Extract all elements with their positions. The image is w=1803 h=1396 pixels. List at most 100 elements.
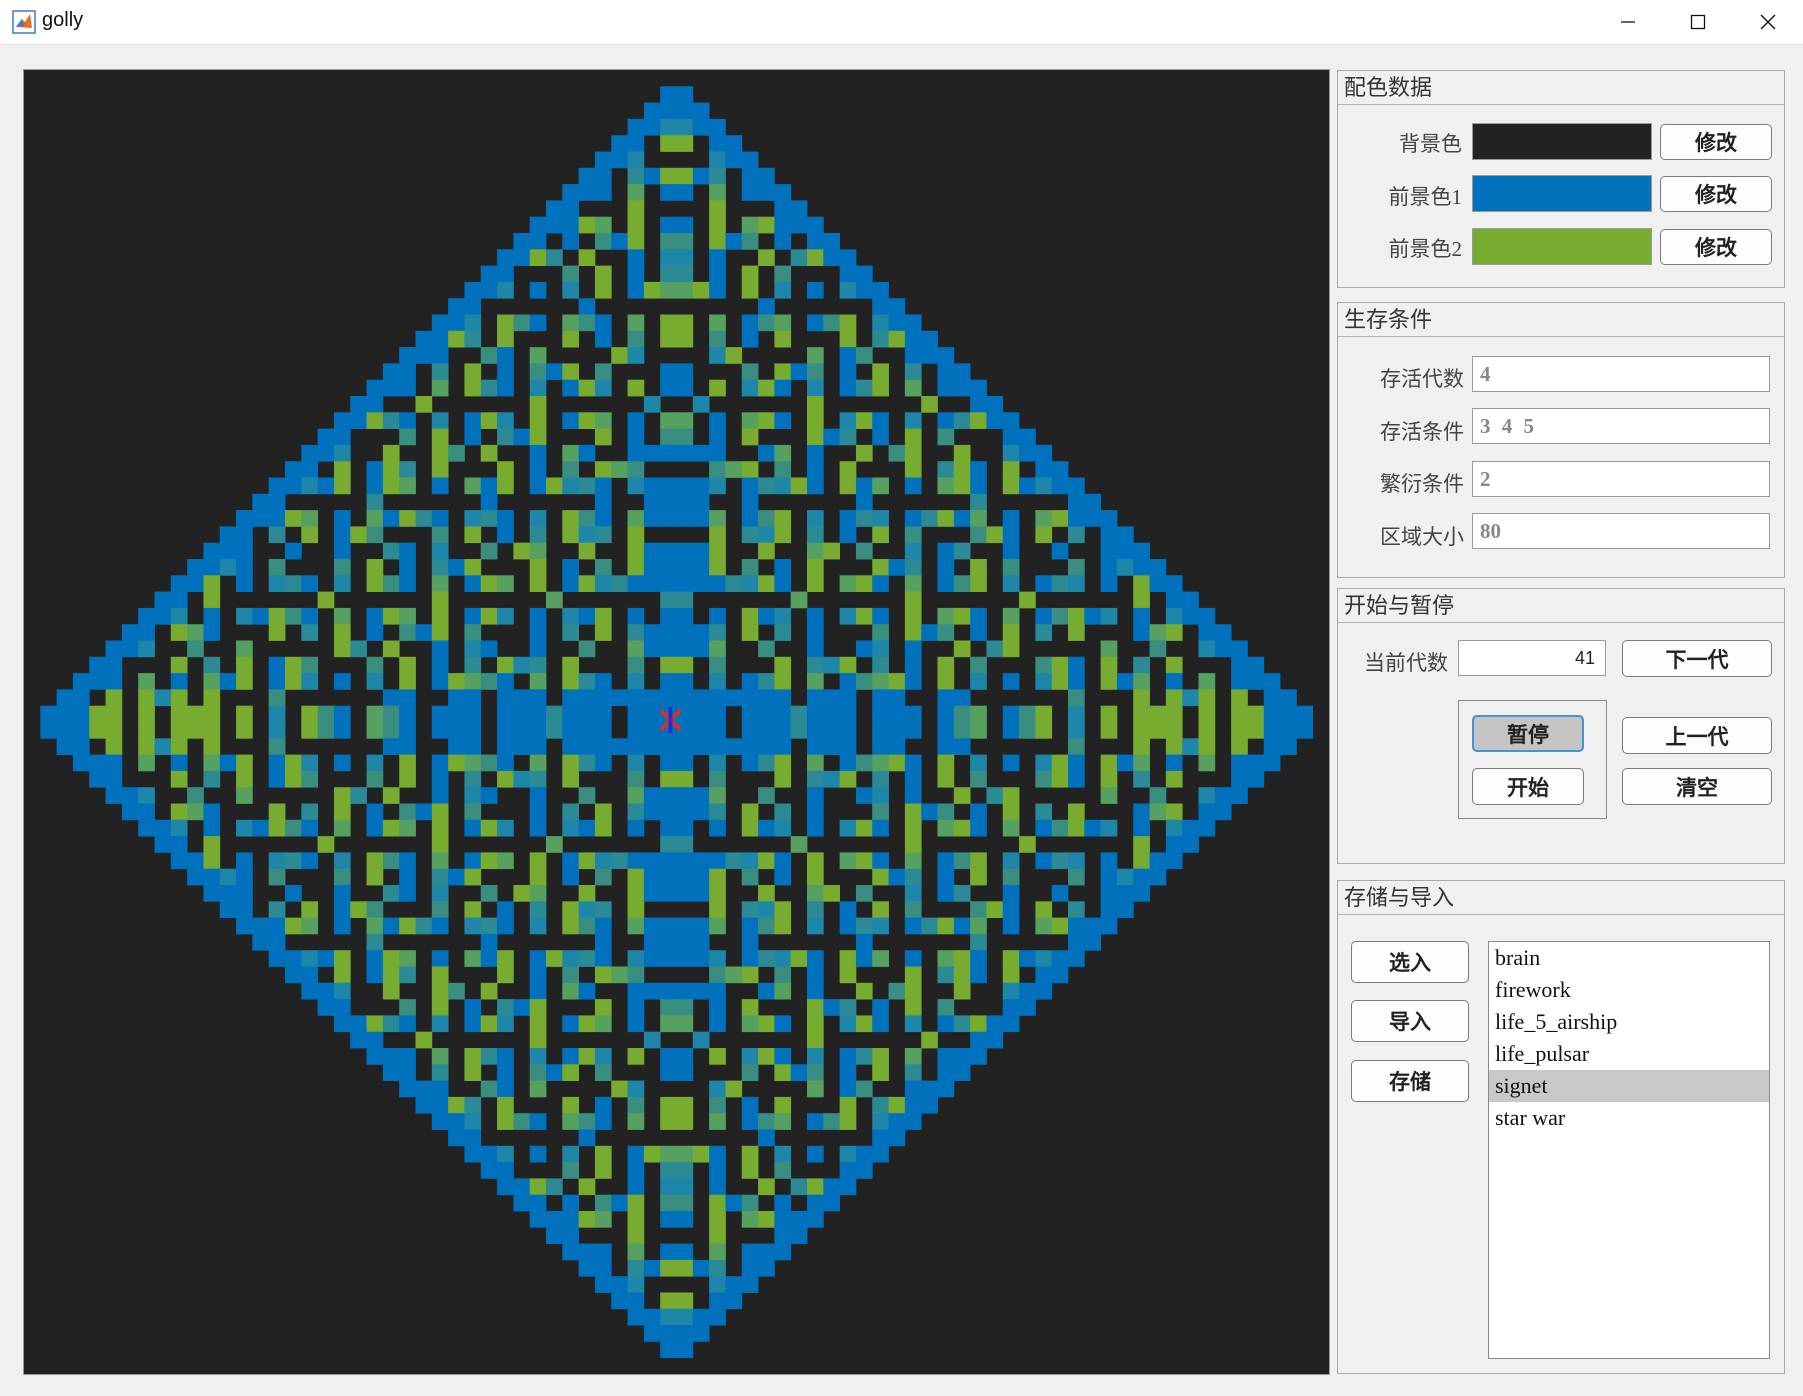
live-cell[interactable] xyxy=(236,770,253,788)
live-cell[interactable] xyxy=(758,754,775,772)
live-cell[interactable] xyxy=(855,444,873,462)
live-cell[interactable] xyxy=(399,868,416,886)
live-cell[interactable] xyxy=(709,982,726,1000)
live-cell[interactable] xyxy=(627,167,645,185)
live-cell[interactable] xyxy=(839,607,857,625)
live-cell[interactable] xyxy=(1133,591,1150,609)
live-cell[interactable] xyxy=(627,510,645,527)
live-cell[interactable] xyxy=(1198,673,1216,690)
live-cell[interactable] xyxy=(839,999,857,1016)
live-cell[interactable] xyxy=(709,607,726,625)
live-cell[interactable] xyxy=(676,135,694,152)
live-cell[interactable] xyxy=(1068,575,1085,592)
live-cell[interactable] xyxy=(676,1341,694,1359)
live-cell[interactable] xyxy=(937,819,955,837)
live-cell[interactable] xyxy=(872,412,889,429)
live-cell[interactable] xyxy=(709,265,726,283)
live-cell[interactable] xyxy=(676,428,694,446)
live-cell[interactable] xyxy=(774,656,792,674)
live-cell[interactable] xyxy=(285,607,302,625)
live-cell[interactable] xyxy=(741,738,759,755)
live-cell[interactable] xyxy=(578,1178,596,1196)
live-cell[interactable] xyxy=(480,1080,498,1098)
live-cell[interactable] xyxy=(594,1113,612,1130)
live-cell[interactable] xyxy=(546,477,563,495)
live-cell[interactable] xyxy=(823,542,841,560)
live-cell[interactable] xyxy=(464,363,482,381)
live-cell[interactable] xyxy=(643,624,661,641)
live-cell[interactable] xyxy=(676,1292,694,1310)
live-cell[interactable] xyxy=(839,428,857,446)
live-cell[interactable] xyxy=(709,118,726,136)
live-cell[interactable] xyxy=(382,787,400,804)
live-cell[interactable] xyxy=(236,673,253,690)
live-cell[interactable] xyxy=(1247,656,1265,674)
live-cell[interactable] xyxy=(480,347,498,364)
live-cell[interactable] xyxy=(497,689,514,707)
live-cell[interactable] xyxy=(660,689,677,707)
live-cell[interactable] xyxy=(170,770,188,788)
live-cell[interactable] xyxy=(676,575,694,592)
live-cell[interactable] xyxy=(643,852,661,870)
live-cell[interactable] xyxy=(676,363,694,381)
live-cell[interactable] xyxy=(480,1145,498,1163)
live-cell[interactable] xyxy=(741,1162,759,1179)
live-cell[interactable] xyxy=(529,526,547,544)
live-cell[interactable] xyxy=(56,705,74,723)
live-cell[interactable] xyxy=(594,689,612,707)
live-cell[interactable] xyxy=(660,1064,677,1081)
live-cell[interactable] xyxy=(464,1145,482,1163)
live-cell[interactable] xyxy=(904,966,922,984)
live-cell[interactable] xyxy=(953,689,971,707)
live-cell[interactable] xyxy=(497,705,514,723)
live-cell[interactable] xyxy=(480,754,498,772)
live-cell[interactable] xyxy=(692,738,710,755)
live-cell[interactable] xyxy=(904,1080,922,1098)
live-cell[interactable] xyxy=(709,461,726,478)
live-cell[interactable] xyxy=(904,852,922,870)
live-cell[interactable] xyxy=(268,819,286,837)
live-cell[interactable] xyxy=(203,591,221,609)
live-cell[interactable] xyxy=(1068,624,1085,641)
live-cell[interactable] xyxy=(464,330,482,348)
live-cell[interactable] xyxy=(888,1129,906,1147)
live-cell[interactable] xyxy=(741,1096,759,1114)
live-cell[interactable] xyxy=(676,1243,694,1261)
live-cell[interactable] xyxy=(464,477,482,495)
live-cell[interactable] xyxy=(839,347,857,364)
live-cell[interactable] xyxy=(921,624,938,641)
live-cell[interactable] xyxy=(399,917,416,935)
live-cell[interactable] xyxy=(627,1194,645,1212)
live-cell[interactable] xyxy=(301,754,319,772)
live-cell[interactable] xyxy=(709,999,726,1016)
live-cell[interactable] xyxy=(807,787,824,804)
live-cell[interactable] xyxy=(627,1308,645,1326)
live-cell[interactable] xyxy=(40,705,58,723)
live-cell[interactable] xyxy=(741,819,759,837)
live-cell[interactable] xyxy=(497,819,514,837)
live-cell[interactable] xyxy=(594,526,612,544)
live-cell[interactable] xyxy=(448,1129,465,1147)
live-cell[interactable] xyxy=(1165,803,1183,821)
live-cell[interactable] xyxy=(627,868,645,886)
live-cell[interactable] xyxy=(692,640,710,658)
live-cell[interactable] xyxy=(154,591,172,609)
live-cell[interactable] xyxy=(170,705,188,723)
live-cell[interactable] xyxy=(855,933,873,951)
live-cell[interactable] xyxy=(170,575,188,592)
live-cell[interactable] xyxy=(529,754,547,772)
live-cell[interactable] xyxy=(1002,542,1020,560)
live-cell[interactable] xyxy=(594,803,612,821)
live-cell[interactable] xyxy=(529,510,547,527)
live-cell[interactable] xyxy=(268,575,286,592)
live-cell[interactable] xyxy=(1198,689,1216,707)
live-cell[interactable] xyxy=(480,933,498,951)
live-cell[interactable] xyxy=(872,1064,889,1081)
live-cell[interactable] xyxy=(562,281,580,299)
live-cell[interactable] xyxy=(660,493,677,511)
live-cell[interactable] xyxy=(741,559,759,576)
live-cell[interactable] xyxy=(399,689,416,707)
live-cell[interactable] xyxy=(627,330,645,348)
live-cell[interactable] xyxy=(513,233,531,250)
live-cell[interactable] xyxy=(317,444,335,462)
